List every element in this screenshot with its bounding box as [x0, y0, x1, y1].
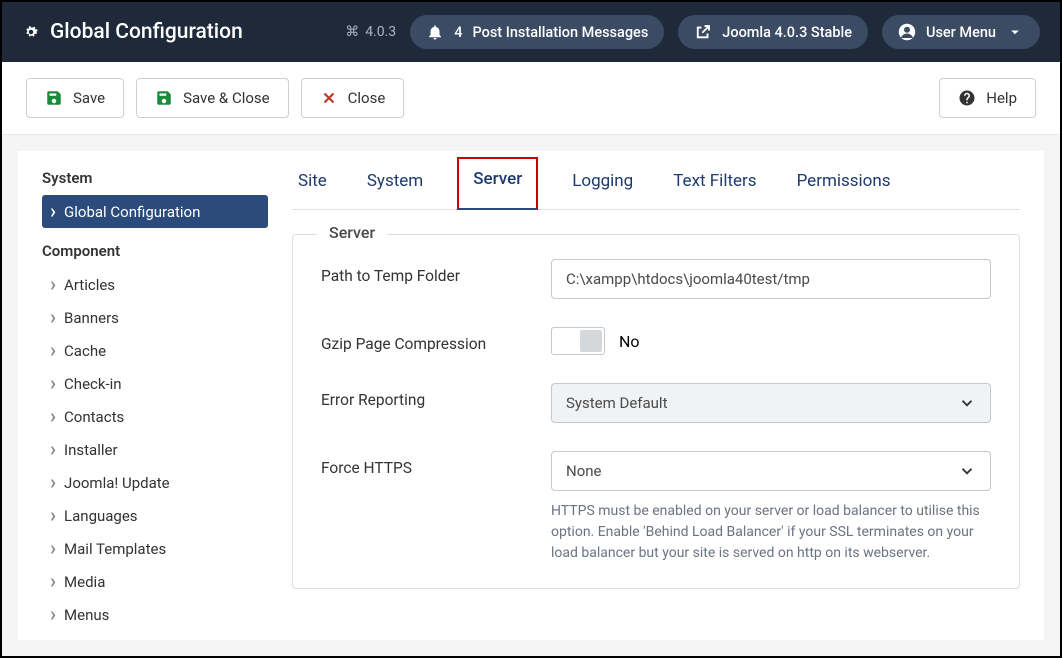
- close-button[interactable]: Close: [301, 78, 405, 118]
- https-label: Force HTTPS: [321, 451, 551, 477]
- user-icon: [898, 23, 916, 41]
- post-install-button[interactable]: 4 Post Installation Messages: [410, 15, 664, 49]
- sidebar-item-mail-templates[interactable]: Mail Templates: [42, 532, 268, 565]
- external-link-icon: [694, 23, 712, 41]
- question-icon: [958, 89, 976, 107]
- chevron-right-icon: [50, 637, 56, 640]
- tab-text-filters[interactable]: Text Filters: [667, 151, 762, 209]
- chevron-right-icon: [50, 201, 56, 222]
- chevron-right-icon: [50, 307, 56, 328]
- sidebar-item-languages[interactable]: Languages: [42, 499, 268, 532]
- notification-count: 4: [454, 24, 462, 41]
- chevron-right-icon: [50, 604, 56, 625]
- error-select[interactable]: System Default: [551, 383, 991, 423]
- path-label: Path to Temp Folder: [321, 259, 551, 285]
- close-icon: [320, 89, 338, 107]
- path-input[interactable]: [551, 259, 991, 299]
- chevron-right-icon: [50, 505, 56, 526]
- chevron-down-icon: [1006, 23, 1024, 41]
- chevron-right-icon: [50, 340, 56, 361]
- chevron-right-icon: [50, 571, 56, 592]
- chevron-right-icon: [50, 472, 56, 493]
- sidebar-item-articles[interactable]: Articles: [42, 268, 268, 301]
- sidebar-item-joomla-update[interactable]: Joomla! Update: [42, 466, 268, 499]
- page-title: Global Configuration: [50, 20, 243, 44]
- joomla-icon: ⌘: [345, 24, 359, 40]
- sidebar-item-media[interactable]: Media: [42, 565, 268, 598]
- sidebar-item-messaging[interactable]: Messaging: [42, 631, 268, 640]
- sidebar-heading-system: System: [42, 169, 268, 187]
- header-bar: Global Configuration ⌘ 4.0.3 4 Post Inst…: [2, 2, 1060, 62]
- save-close-button[interactable]: Save & Close: [136, 78, 289, 118]
- tab-server[interactable]: Server: [457, 157, 538, 210]
- page-title-area: Global Configuration: [22, 20, 331, 44]
- sidebar-item-contacts[interactable]: Contacts: [42, 400, 268, 433]
- chevron-right-icon: [50, 274, 56, 295]
- save-button[interactable]: Save: [26, 78, 124, 118]
- user-menu-button[interactable]: User Menu: [882, 15, 1040, 49]
- sidebar-item-global-config[interactable]: Global Configuration: [42, 195, 268, 228]
- tab-site[interactable]: Site: [292, 151, 333, 209]
- chevron-down-icon: [958, 394, 976, 412]
- sidebar-item-banners[interactable]: Banners: [42, 301, 268, 334]
- sidebar-item-installer[interactable]: Installer: [42, 433, 268, 466]
- gzip-value: No: [619, 332, 640, 351]
- main-panel: Site System Server Logging Text Filters Permi…: [268, 151, 1044, 640]
- tab-system[interactable]: System: [361, 151, 429, 209]
- chevron-right-icon: [50, 406, 56, 427]
- version-indicator: ⌘ 4.0.3: [345, 24, 396, 40]
- tabs: Site System Server Logging Text Filters Permi…: [292, 151, 1020, 210]
- chevron-right-icon: [50, 373, 56, 394]
- sidebar-item-check-in[interactable]: Check-in: [42, 367, 268, 400]
- toolbar: Save Save & Close Close Help: [2, 62, 1060, 135]
- https-help-text: HTTPS must be enabled on your server or …: [551, 501, 991, 564]
- bell-icon: [426, 23, 444, 41]
- save-icon: [155, 89, 173, 107]
- gzip-label: Gzip Page Compression: [321, 327, 551, 353]
- chevron-down-icon: [958, 462, 976, 480]
- tab-logging[interactable]: Logging: [566, 151, 639, 209]
- sidebar-heading-component: Component: [42, 242, 268, 260]
- sidebar: System Global Configuration Component Ar…: [18, 151, 268, 640]
- tab-permissions[interactable]: Permissions: [791, 151, 897, 209]
- sidebar-item-menus[interactable]: Menus: [42, 598, 268, 631]
- sidebar-item-cache[interactable]: Cache: [42, 334, 268, 367]
- fieldset-legend: Server: [317, 223, 387, 242]
- server-fieldset: Server Path to Temp Folder Gzip Page Com…: [292, 234, 1020, 589]
- chevron-right-icon: [50, 538, 56, 559]
- gear-icon: [22, 23, 40, 41]
- gzip-toggle[interactable]: [551, 327, 605, 355]
- chevron-right-icon: [50, 439, 56, 460]
- https-select[interactable]: None: [551, 451, 991, 491]
- error-label: Error Reporting: [321, 383, 551, 409]
- help-button[interactable]: Help: [939, 78, 1036, 118]
- save-icon: [45, 89, 63, 107]
- stable-button[interactable]: Joomla 4.0.3 Stable: [678, 15, 868, 49]
